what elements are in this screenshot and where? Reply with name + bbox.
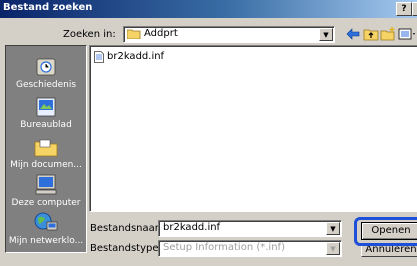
place-label: Mijn netwerklo...	[8, 236, 84, 246]
places-bar: Geschiedenis Bureaublad Mijn documen... …	[5, 45, 87, 253]
history-icon	[33, 56, 59, 78]
desktop-icon	[33, 96, 59, 118]
place-label: Deze computer	[11, 198, 81, 208]
place-label: Bureaublad	[20, 120, 72, 130]
chevron-down-icon[interactable]: ▼	[326, 242, 340, 255]
network-places-icon	[33, 212, 59, 234]
view-menu-icon[interactable]	[398, 27, 417, 41]
look-in-select[interactable]: Addprt ▼	[123, 26, 335, 43]
folder-icon	[126, 29, 141, 40]
place-label: Geschiedenis	[15, 80, 77, 90]
file-name: br2kadd.inf	[107, 51, 165, 62]
place-my-documents[interactable]: Mijn documen...	[6, 136, 86, 174]
place-network[interactable]: Mijn netwerklo...	[6, 212, 86, 250]
my-documents-icon	[33, 136, 59, 158]
back-arrow-icon[interactable]	[345, 27, 361, 41]
filetype-value: Setup Information (*.inf)	[163, 242, 285, 253]
new-folder-icon[interactable]	[380, 27, 396, 41]
file-list[interactable]: br2kadd.inf	[89, 45, 417, 212]
filetype-label: Bestandstypen:	[90, 243, 169, 254]
close-button[interactable]: ×	[412, 2, 417, 16]
place-my-computer[interactable]: Deze computer	[6, 174, 86, 212]
look-in-label: Zoeken in:	[63, 29, 116, 40]
up-folder-icon[interactable]	[363, 27, 379, 41]
filename-label: Bestandsnaam:	[90, 223, 168, 234]
focus-highlight	[354, 217, 417, 246]
place-label: Mijn documen...	[10, 160, 82, 170]
help-button[interactable]: ?	[396, 2, 412, 16]
dialog-title: Bestand zoeken	[3, 2, 93, 13]
filetype-select[interactable]: Setup Information (*.inf) ▼	[158, 240, 342, 257]
filename-value: br2kadd.inf	[163, 222, 221, 233]
chevron-down-icon[interactable]: ▼	[326, 222, 340, 235]
place-desktop[interactable]: Bureaublad	[6, 96, 86, 134]
title-bar[interactable]: Bestand zoeken ? ×	[0, 0, 417, 18]
my-computer-icon	[33, 174, 59, 196]
place-history[interactable]: Geschiedenis	[6, 56, 86, 94]
look-in-value: Addprt	[144, 28, 178, 39]
chevron-down-icon[interactable]: ▼	[319, 28, 333, 41]
filename-input[interactable]: br2kadd.inf ▼	[158, 220, 342, 237]
file-open-dialog: Bestand zoeken ? × Zoeken in: Addprt ▼ G…	[0, 0, 417, 266]
inf-file-icon	[94, 51, 104, 63]
